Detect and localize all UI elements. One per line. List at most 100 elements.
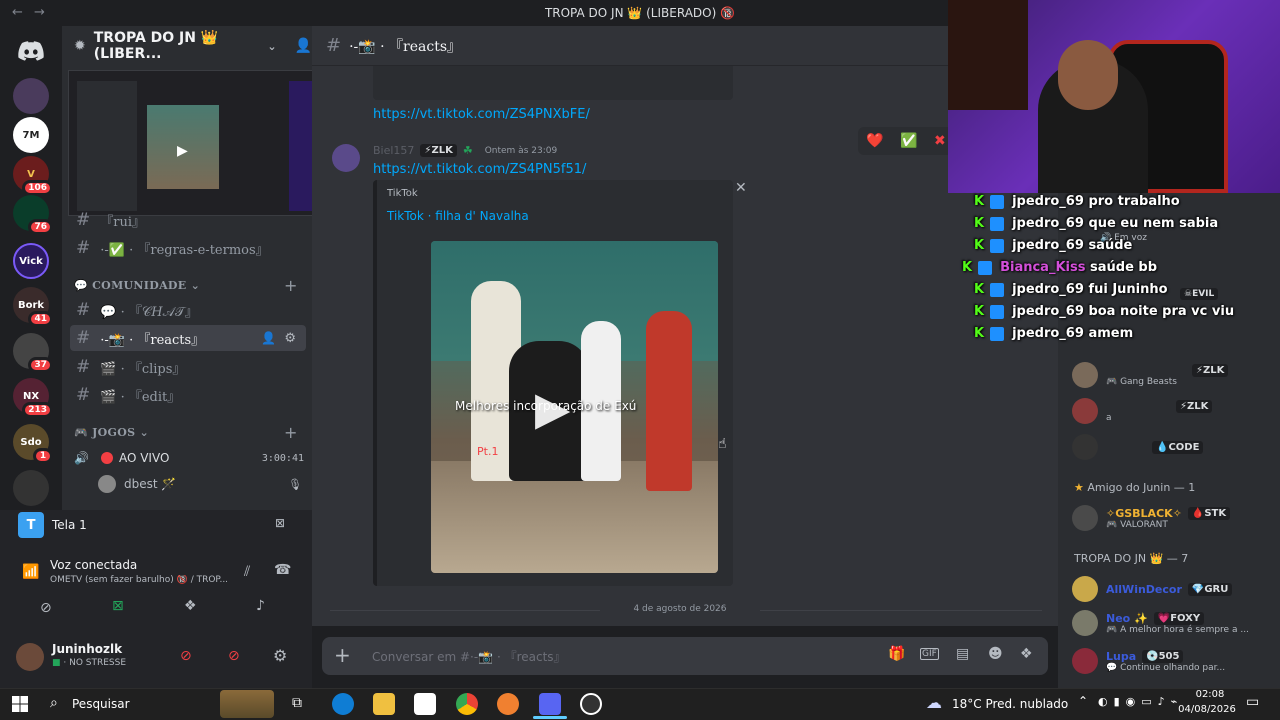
cross-reaction-icon[interactable]: ✖ [934,133,946,149]
chevron-up-icon[interactable]: ⌃ [1078,694,1088,708]
noise-suppression-icon[interactable]: ⫽ [244,564,250,580]
weather-text[interactable]: 18°C Pred. nublado [952,697,1068,711]
chevron-down-icon: ⌄ [139,426,150,439]
user-settings-gear-icon[interactable]: ⚙ [273,646,287,665]
clock-time[interactable]: 02:08 [1180,689,1240,700]
channel-edit[interactable]: # 🎬 · 『edit』 [70,382,306,408]
attach-plus-icon[interactable]: + [334,643,351,667]
channel-header: # ·-📸 · 『reacts』 [312,26,952,66]
embed-video[interactable]: Melhores incorporação de Exú Pt.1 ▶ [431,241,718,573]
search-icon[interactable]: ⌕ [50,695,58,711]
overlay-text: que eu nem sabia [1088,216,1219,231]
chrome-icon[interactable] [456,693,478,715]
activities-icon[interactable]: ❖ [184,598,197,614]
server-icon-10[interactable] [13,470,49,506]
channel-rui[interactable]: # 『rui』 [70,207,306,233]
author-avatar[interactable] [332,144,360,172]
embed-title[interactable]: TikTok · filha d' Navalha [387,209,529,223]
channel-label: 💬 · 『𝒞𝐻𝒜𝒯』 [100,304,198,320]
channel-clips[interactable]: # 🎬 · 『clips』 [70,354,306,380]
play-button-icon[interactable]: ▶ [535,381,570,435]
message-composer[interactable]: + Conversar em #·-📸 · 『reacts』 🎁 GIF ▤ ☻… [322,637,1048,675]
voice-user[interactable]: dbest 🪄 🎙 [98,474,302,494]
member-item[interactable]: ⚡ZLK a [1072,398,1213,424]
gear-icon[interactable]: ⚙ [284,331,296,346]
check-reaction-icon[interactable]: ✅ [900,133,917,149]
member-item[interactable]: ✧GSBLACK✧ 🩸STK 🎮 VALORANT [1072,505,1231,531]
channel-chat[interactable]: # 💬 · 『𝒞𝐻𝒜𝒯』 [70,297,306,323]
author-name[interactable]: Biel157 [373,144,414,157]
emoji-icon[interactable]: ☻ [988,646,1003,662]
create-channel-icon[interactable]: + [284,276,297,295]
member-item[interactable]: Neo ✨ 💗FOXY 🎮 A melhor hora é sempre a ..… [1072,610,1249,636]
server-label: Vick [19,255,43,267]
avatar [1072,505,1098,531]
heart-reaction-icon[interactable]: ❤️ [866,133,883,149]
share-screen-icon[interactable]: ⊠ [112,598,124,614]
message-link[interactable]: https://vt.tiktok.com/ZS4PN5f51/ [373,162,586,177]
category-label: 💬 COMUNIDADE [74,279,187,292]
gif-icon[interactable]: GIF [920,648,939,660]
hash-icon: # [76,385,91,405]
channel-reacts[interactable]: # ·-📸 · 『reacts』 👤 ⚙ [70,325,306,351]
member-item[interactable]: 💧CODE [1072,434,1204,460]
voice-channel-ao-vivo[interactable]: 🔊 AO VIVO 3:00:41 [74,448,304,468]
member-info: ✧GSBLACK✧ 🩸STK 🎮 VALORANT [1106,506,1231,530]
server-icon-8[interactable]: NX 213 [13,378,53,418]
invite-icon[interactable]: 👤 [261,331,276,345]
server-icon-7[interactable]: 37 [13,333,53,373]
overlay-chat-line: Kjpedro_69 saúde [974,238,1132,253]
discord-taskbar-icon[interactable] [539,693,561,715]
sticker-icon[interactable]: ▤ [956,646,969,662]
unread-badge: 41 [28,311,53,327]
preview-sidebar [77,81,137,211]
obs-icon[interactable] [580,693,602,715]
category-comunidade[interactable]: 💬 COMUNIDADE ⌄ [74,279,200,292]
discord-home-icon[interactable] [13,33,49,69]
server-icon-9[interactable]: Sdo 1 [13,424,53,464]
taskbar-search[interactable]: Pesquisar [72,697,130,711]
server-icon-2[interactable]: 7M [13,117,49,153]
voice-channel-name[interactable]: OMETV (sem fazer barulho) 🔞 / TROP... [50,575,230,585]
clock-date[interactable]: 04/08/2026 [1174,704,1240,715]
deafen-icon[interactable]: ⊘ [228,648,240,664]
stream-preview[interactable]: ▶ [68,70,332,216]
channel-regras[interactable]: # ·-✅ · 『regras-e-termos』 [70,235,306,261]
server-header[interactable]: ✹ TROPA DO JN 👑 (LIBER... ⌄ 👤 [62,26,312,66]
member-item[interactable]: Lupa 💿505 💬 Continue olhando par... [1072,648,1225,674]
member-item[interactable]: ⚡ZLK 🎮 Gang Beasts [1072,362,1229,388]
apps-icon[interactable]: ❖ [1020,646,1033,662]
user-avatar[interactable] [16,643,44,671]
server-icon-1[interactable] [13,78,49,114]
disconnect-icon[interactable]: ☎ [274,562,291,578]
app-icon[interactable] [497,693,519,715]
soundboard-icon[interactable]: ♪ [256,598,265,614]
user-status-row: ■ · NO STRESSE [52,658,127,668]
server-icon-4[interactable]: 76 [13,195,53,235]
edge-icon[interactable] [332,693,354,715]
close-embed-icon[interactable]: ✕ [735,180,747,196]
add-member-icon[interactable]: 👤 [295,38,312,54]
category-jogos[interactable]: 🎮 JOGOS ⌄ [74,426,149,439]
store-icon[interactable] [414,693,436,715]
windows-start-icon[interactable] [12,696,28,712]
close-screen-icon[interactable]: ⊠ [275,516,285,530]
tray-icons[interactable]: ◐▮◉▭♪⌁ [1098,695,1183,708]
file-explorer-icon[interactable] [373,693,395,715]
member-name: AllWinDecor [1106,582,1182,596]
server-icon-5[interactable]: Vick [13,243,49,279]
member-activity: 💬 Continue olhando par... [1106,662,1226,673]
owl-widget-icon[interactable] [220,690,274,718]
notifications-icon[interactable]: ▭ [1246,694,1259,710]
task-view-icon[interactable]: ⧉ [292,695,302,711]
server-icon-6[interactable]: Bork 41 [13,287,53,327]
camera-off-icon[interactable]: ⊘ [40,600,52,616]
member-item[interactable]: AllWinDecor 💎GRU [1072,576,1233,602]
gift-icon[interactable]: 🎁 [888,646,905,662]
mic-muted-icon[interactable]: ⊘ [180,648,192,664]
message-link[interactable]: https://vt.tiktok.com/ZS4PNXbFE/ [373,107,590,122]
create-channel-icon[interactable]: + [284,423,297,442]
overlay-chat-line: Kjpedro_69 amem [974,326,1133,341]
server-icon-3[interactable]: V 106 [13,156,53,196]
kick-icon: K [974,216,985,231]
